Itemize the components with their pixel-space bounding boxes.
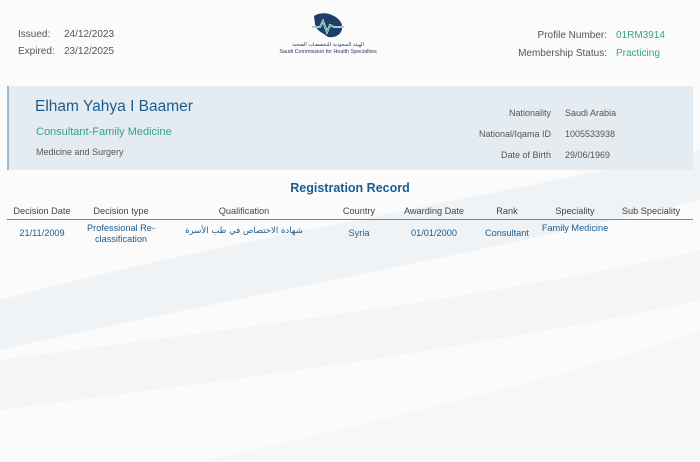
registration-record-title: Registration Record [290, 181, 410, 195]
column-header: Speciality [555, 206, 595, 216]
table-row: 21/11/2009 Professional Re-classificatio… [7, 220, 693, 245]
id-value: 1005533938 [565, 128, 616, 139]
profile-number-row: Profile Number: 01RM3914 [518, 26, 666, 44]
nationality-value: Saudi Arabia [565, 107, 617, 118]
id-label: National/Iqama ID [478, 128, 551, 139]
dob-value: 29/06/1969 [565, 149, 611, 160]
column-header: Qualification [218, 206, 270, 216]
column-header: Awarding Date [403, 206, 465, 216]
issue-dates: Issued: 24/12/2023 Expired: 23/12/2025 [18, 26, 114, 60]
membership-status-label: Membership Status: [518, 47, 607, 59]
expired-label: Expired: [18, 46, 55, 57]
membership-status-row: Membership Status: Practicing [518, 44, 666, 62]
expired-row: Expired: 23/12/2025 [18, 43, 114, 60]
nationality-label: Nationality [508, 107, 551, 118]
dob-label: Date of Birth [500, 149, 551, 160]
profile-number-label: Profile Number: [537, 29, 607, 41]
registration-table-header: Decision Date Decision type Qualificatio… [7, 204, 693, 220]
issued-value: 24/12/2023 [64, 29, 115, 40]
decision-type-cell: Professional Re-classification [87, 223, 155, 244]
column-header: Decision type [93, 206, 149, 216]
country-cell: Syria [348, 228, 370, 238]
column-header: Rank [496, 206, 518, 216]
membership-status-value: Practicing [616, 47, 660, 59]
qualification-cell: شهادة الاختصاص في طب الأسرة [185, 226, 303, 236]
scfhs-logo: الهيئة السعودية للتخصصات الصحية Saudi Co… [272, 12, 384, 62]
practitioner-name: Elham Yahya I Baamer [35, 98, 193, 115]
profile-panel: Elham Yahya I Baamer Consultant-Family M… [7, 86, 693, 170]
nationality-row: Nationality Saudi Arabia [451, 102, 639, 123]
profile-number-value: 01RM3914 [616, 29, 665, 41]
practitioner-specialty: Consultant-Family Medicine [36, 126, 172, 138]
decision-date-cell: 21/11/2009 [19, 228, 65, 238]
registration-table: Decision Date Decision type Qualificatio… [7, 204, 693, 245]
membership-info: Profile Number: 01RM3914 Membership Stat… [518, 26, 666, 62]
speciality-cell: Family Medicine [541, 223, 609, 233]
logo-english-text: Saudi Commission for Health Specialties [279, 49, 377, 55]
dob-row: Date of Birth 29/06/1969 [451, 144, 639, 165]
scfhs-logo-icon [312, 13, 344, 38]
rank-cell: Consultant [485, 228, 529, 238]
awarding-date-cell: 01/01/2000 [411, 228, 457, 238]
column-header: Decision Date [13, 206, 71, 216]
id-row: National/Iqama ID 1005533938 [451, 123, 639, 144]
certificate-page: Issued: 24/12/2023 Expired: 23/12/2025 ا… [0, 0, 700, 462]
expired-value: 23/12/2025 [64, 46, 115, 57]
logo-arabic-text: الهيئة السعودية للتخصصات الصحية [292, 42, 364, 48]
column-header: Country [342, 206, 376, 216]
issued-row: Issued: 24/12/2023 [18, 26, 114, 43]
personal-details: Nationality Saudi Arabia National/Iqama … [451, 102, 639, 165]
column-header: Sub Speciality [621, 206, 681, 216]
practitioner-department: Medicine and Surgery [36, 147, 124, 157]
issued-label: Issued: [18, 29, 51, 40]
